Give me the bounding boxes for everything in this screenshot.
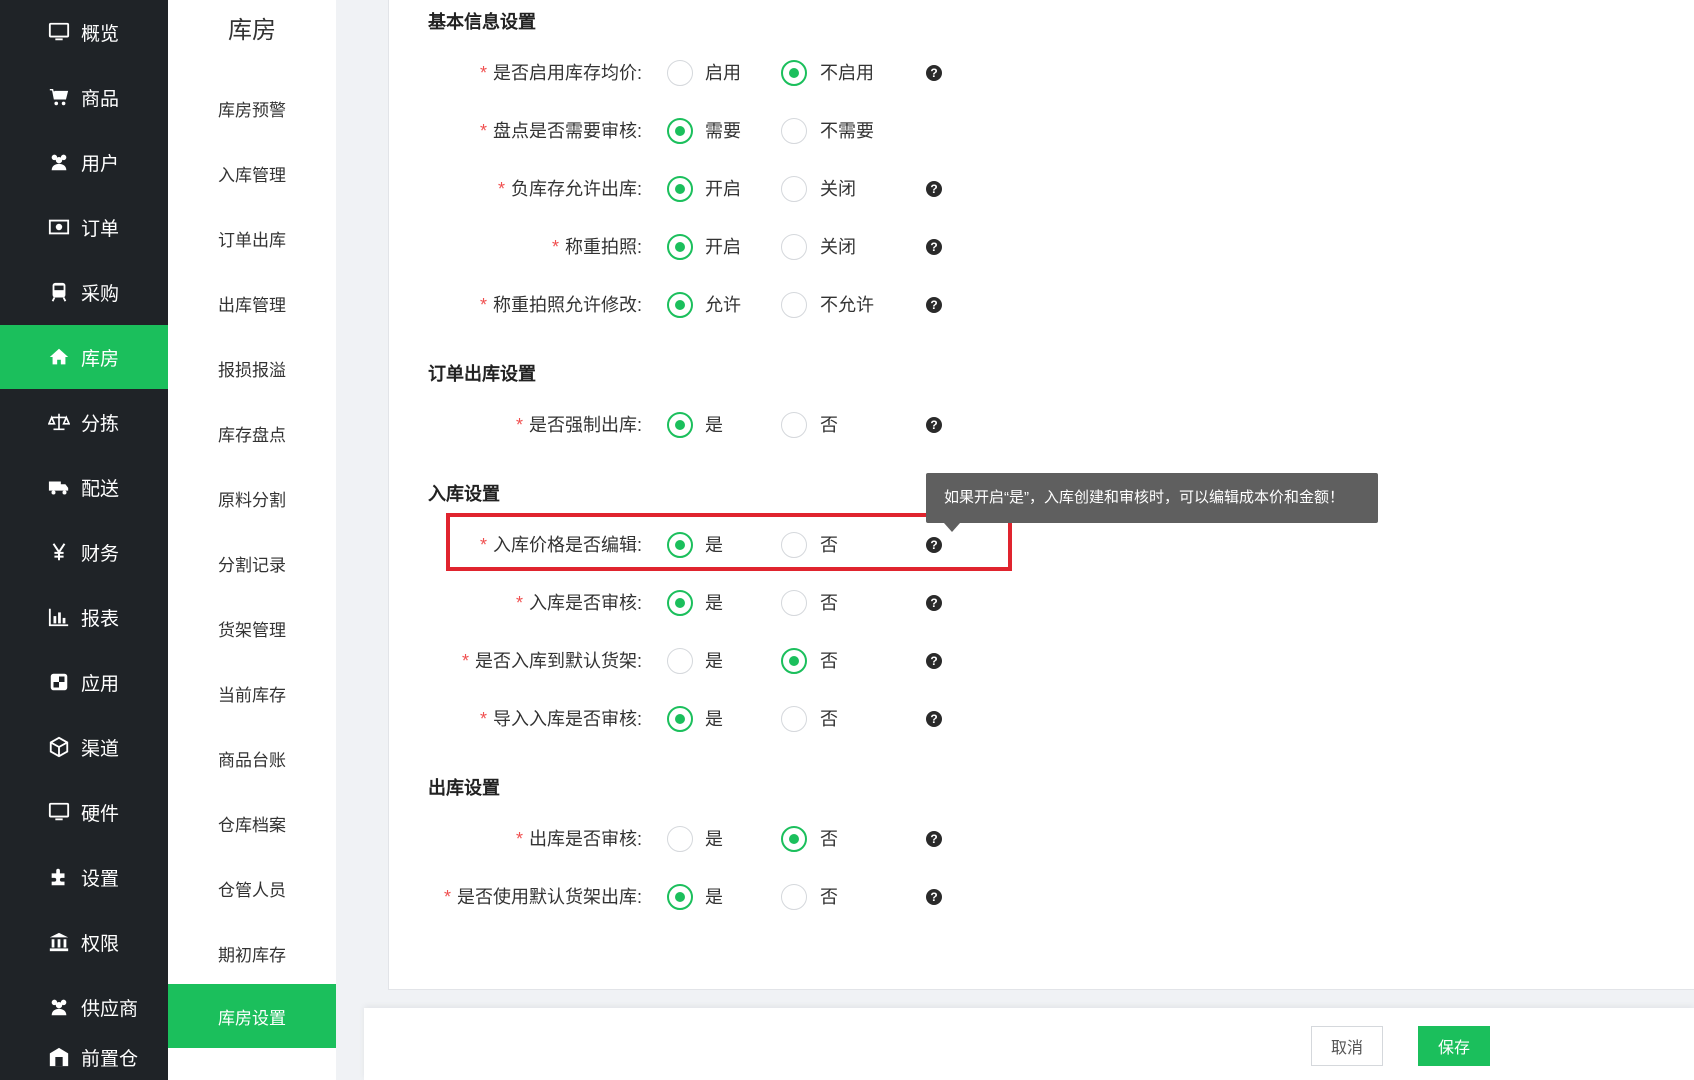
users-icon: [46, 996, 72, 1018]
row-negative-stock: * 负库存允许出库: 开启 关闭 ?: [0, 169, 1694, 209]
radio-weigh-photo-on[interactable]: [667, 234, 693, 260]
radio-weigh-photo-edit-deny[interactable]: [781, 292, 807, 318]
row-out-audit: * 出库是否审核: 是 否 ?: [0, 819, 1694, 859]
row-in-audit: * 入库是否审核: 是 否 ?: [0, 583, 1694, 623]
cancel-button[interactable]: 取消: [1311, 1026, 1383, 1066]
row-stocktake-audit: * 盘点是否需要审核: 需要 不需要: [0, 111, 1694, 151]
radio-weigh-photo-off[interactable]: [781, 234, 807, 260]
section-title-outbound: 出库设置: [428, 778, 500, 798]
radio-in-audit-no[interactable]: [781, 590, 807, 616]
monitor-icon: [46, 21, 72, 43]
row-weigh-photo: * 称重拍照: 开启 关闭 ?: [0, 227, 1694, 267]
radio-stocktake-audit-no-need[interactable]: [781, 118, 807, 144]
row-force-out: * 是否强制出库: 是 否 ?: [0, 405, 1694, 445]
help-icon[interactable]: ?: [926, 653, 942, 669]
cube-icon: [46, 736, 72, 758]
help-icon[interactable]: ?: [926, 181, 942, 197]
radio-in-default-shelf-no[interactable]: [781, 648, 807, 674]
row-weigh-photo-edit: * 称重拍照允许修改: 允许 不允许 ?: [0, 285, 1694, 325]
radio-force-out-no[interactable]: [781, 412, 807, 438]
radio-stocktake-audit-need[interactable]: [667, 118, 693, 144]
nav-item-front-warehouse[interactable]: 前置仓: [0, 1040, 168, 1080]
radio-out-audit-no[interactable]: [781, 826, 807, 852]
row-label: 盘点是否需要审核:: [492, 121, 642, 141]
radio-out-default-shelf-no[interactable]: [781, 884, 807, 910]
home-icon: [46, 346, 72, 368]
warehouse-icon: [46, 1046, 72, 1068]
subnav-item-material-split[interactable]: 原料分割: [168, 466, 336, 530]
row-in-price-edit: * 入库价格是否编辑: 是 否 ?: [0, 525, 1694, 565]
truck-icon: [46, 476, 72, 498]
section-title-inbound: 入库设置: [428, 484, 500, 504]
row-label: 是否强制出库:: [528, 415, 642, 435]
help-icon[interactable]: ?: [926, 65, 942, 81]
row-import-in-audit: * 导入入库是否审核: 是 否 ?: [0, 699, 1694, 739]
help-icon[interactable]: ?: [926, 417, 942, 433]
row-label: 是否启用库存均价:: [492, 63, 642, 83]
section-title-order-outbound: 订单出库设置: [428, 364, 536, 384]
row-label: 导入入库是否审核:: [492, 709, 642, 729]
help-icon[interactable]: ?: [926, 297, 942, 313]
row-label: 负库存允许出库:: [510, 179, 642, 199]
radio-weigh-photo-edit-allow[interactable]: [667, 292, 693, 318]
radio-in-default-shelf-yes[interactable]: [667, 648, 693, 674]
radio-negative-stock-on[interactable]: [667, 176, 693, 202]
help-icon[interactable]: ?: [926, 595, 942, 611]
radio-in-audit-yes[interactable]: [667, 590, 693, 616]
row-label: 出库是否审核:: [528, 829, 642, 849]
row-label: 称重拍照:: [564, 237, 642, 257]
nav-item-delivery[interactable]: 配送: [0, 455, 168, 519]
help-icon[interactable]: ?: [926, 537, 942, 553]
row-label: 入库价格是否编辑:: [492, 535, 642, 555]
help-icon[interactable]: ?: [926, 711, 942, 727]
save-button[interactable]: 保存: [1418, 1026, 1490, 1066]
help-icon[interactable]: ?: [926, 889, 942, 905]
row-label: 是否入库到默认货架:: [474, 651, 642, 671]
radio-out-audit-yes[interactable]: [667, 826, 693, 852]
bank-icon: [46, 931, 72, 953]
help-icon[interactable]: ?: [926, 239, 942, 255]
nav-item-warehouse[interactable]: 库房: [0, 325, 168, 389]
row-label: 是否使用默认货架出库:: [457, 887, 642, 907]
radio-import-in-audit-no[interactable]: [781, 706, 807, 732]
footer-bar: [364, 1008, 1694, 1080]
subnav-item-loss-report[interactable]: 报损报溢: [168, 336, 336, 400]
section-title-basic: 基本信息设置: [428, 12, 536, 32]
row-in-default-shelf: * 是否入库到默认货架: 是 否 ?: [0, 641, 1694, 681]
subnav-item-warehouse-settings[interactable]: 库房设置: [168, 984, 336, 1048]
row-label: 入库是否审核:: [528, 593, 642, 613]
row-label: 称重拍照允许修改:: [492, 295, 642, 315]
subnav-item-initial-stock[interactable]: 期初库存: [168, 921, 336, 985]
nav-item-permissions[interactable]: 权限: [0, 910, 168, 974]
subnav-title: 库房: [228, 17, 276, 44]
help-tooltip: 如果开启“是”，入库创建和审核时，可以编辑成本价和金额！: [926, 473, 1378, 532]
radio-negative-stock-off[interactable]: [781, 176, 807, 202]
radio-avg-price-enable[interactable]: [667, 60, 693, 86]
radio-avg-price-disable[interactable]: [781, 60, 807, 86]
row-out-default-shelf: * 是否使用默认货架出库: 是 否 ?: [0, 877, 1694, 917]
nav-item-suppliers[interactable]: 供应商: [0, 975, 168, 1039]
radio-in-price-edit-yes[interactable]: [667, 532, 693, 558]
radio-out-default-shelf-yes[interactable]: [667, 884, 693, 910]
radio-force-out-yes[interactable]: [667, 412, 693, 438]
radio-in-price-edit-no[interactable]: [781, 532, 807, 558]
radio-import-in-audit-yes[interactable]: [667, 706, 693, 732]
row-avg-price: * 是否启用库存均价: 启用 不启用 ?: [0, 53, 1694, 93]
help-icon[interactable]: ?: [926, 831, 942, 847]
